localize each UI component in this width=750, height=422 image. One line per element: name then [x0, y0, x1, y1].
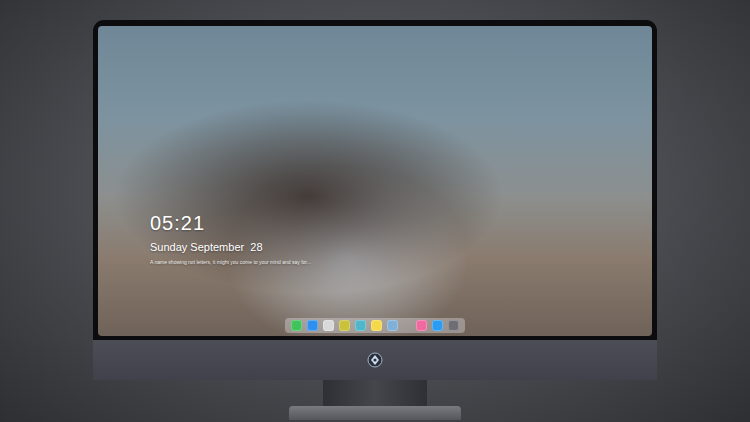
app-icon[interactable] [339, 320, 350, 331]
monitor-screen: 05:21 Sunday September 28 A name showing n… [98, 26, 652, 336]
app-icon[interactable] [448, 320, 459, 331]
app-icon[interactable] [291, 320, 302, 331]
brand-logo-icon [367, 352, 383, 368]
clock-message: A name showing not letters, it might you… [150, 259, 370, 266]
clock-widget: 05:21 Sunday September 28 A name showing n… [98, 211, 652, 266]
app-icon[interactable] [323, 320, 334, 331]
app-icon[interactable] [371, 320, 382, 331]
app-icon[interactable] [355, 320, 366, 331]
clock-date: Sunday September 28 [150, 241, 652, 254]
monitor-stand-neck [323, 380, 427, 406]
monitor-chin [93, 340, 657, 380]
app-icon[interactable] [307, 320, 318, 331]
desktop-mockup: 05:21 Sunday September 28 A name showing n… [0, 0, 750, 422]
dock [285, 318, 465, 333]
app-icon[interactable] [387, 320, 398, 331]
dock-group [291, 320, 398, 331]
app-icon[interactable] [432, 320, 443, 331]
monitor-bezel: 05:21 Sunday September 28 A name showing n… [93, 20, 657, 340]
monitor-stand-base [289, 406, 461, 420]
dock-group [416, 320, 459, 331]
app-icon[interactable] [416, 320, 427, 331]
clock-time: 05:21 [150, 211, 652, 235]
